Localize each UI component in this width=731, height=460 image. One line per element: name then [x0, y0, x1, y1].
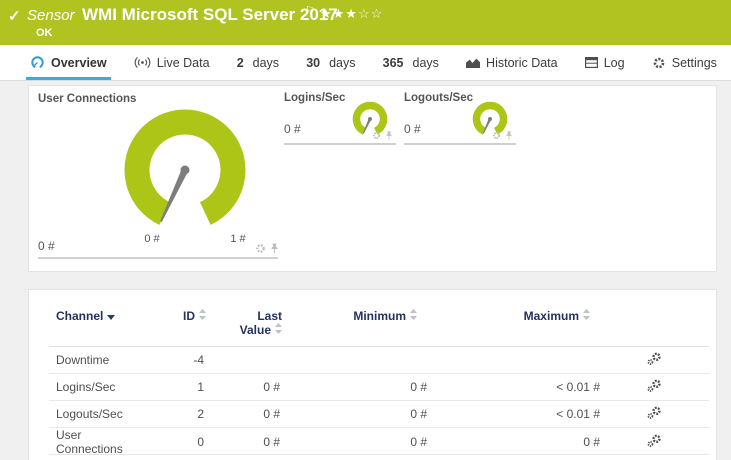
tab-overview[interactable]: Overview [26, 45, 111, 80]
logins-gauge-title: Logins/Sec [284, 92, 346, 104]
logins-gauge-actions [372, 131, 393, 140]
sort-desc-icon [107, 315, 116, 320]
gear-icon[interactable] [492, 131, 501, 140]
channel-name: Logouts/Sec [56, 407, 123, 421]
divider [284, 143, 396, 145]
tab-30-days[interactable]: 30 days [302, 45, 359, 80]
sort-icon [583, 309, 590, 320]
tab-settings[interactable]: Settings [648, 45, 721, 80]
primary-gauge-value: 0 # [38, 239, 55, 253]
page-title: WMI Microsoft SQL Server 2017 [82, 5, 338, 24]
gauge-needle [160, 168, 189, 223]
stars-empty[interactable]: ☆☆ [358, 6, 383, 21]
logouts-gauge-value: 0 # [404, 122, 421, 136]
sensor-header: ✓ Sensor WMI Microsoft SQL Server 2017 ⚐… [0, 0, 731, 45]
channel-last-value: 0 # [263, 407, 280, 421]
table-row-logins-sec: Logins/Sec 1 0 # 0 # < 0.01 # [49, 374, 709, 401]
channel-last-value: 0 # [263, 380, 280, 394]
channel-minimum: 0 # [410, 380, 427, 394]
channel-id: 1 [197, 380, 204, 394]
logouts-gauge-actions [492, 131, 513, 140]
column-header-id[interactable]: ID [153, 309, 206, 346]
divider [38, 257, 278, 259]
gear-icon[interactable] [372, 131, 381, 140]
channel-id: 0 [197, 435, 204, 449]
column-header-minimum[interactable]: Minimum [282, 309, 429, 346]
channel-maximum: < 0.01 # [556, 407, 600, 421]
channel-minimum: 0 # [410, 435, 427, 449]
channel-name: User Connections [56, 428, 123, 456]
area-chart-icon [466, 58, 481, 68]
table-row-user-connections: User Connections 0 0 # 0 # 0 # [49, 428, 709, 456]
priority-flag-icon[interactable]: ⚐ [305, 4, 315, 17]
sort-icon [199, 309, 206, 320]
tab-live-data[interactable]: Live Data [130, 45, 214, 80]
pin-icon[interactable] [270, 243, 279, 254]
gauges-panel: User Connections 0 # 1 # 0 # Logins/Sec … [28, 85, 717, 272]
status-badge: OK [36, 27, 53, 39]
channel-table-header: Channel ID Last Value Minimum Maximum [49, 290, 709, 347]
channel-maximum: < 0.01 # [556, 380, 600, 394]
sort-icon [410, 309, 417, 320]
tab-bar: Overview Live Data 2 days 30 days 365 da… [0, 45, 731, 81]
channel-settings-gears-icon[interactable] [647, 406, 662, 420]
tab-365-days[interactable]: 365 days [379, 45, 443, 80]
gauge-icon [31, 56, 44, 69]
channel-last-value: 0 # [263, 435, 280, 449]
channel-id: -4 [193, 353, 204, 367]
live-signal-icon [134, 56, 151, 69]
column-header-maximum[interactable]: Maximum [429, 309, 602, 346]
column-header-actions [602, 309, 709, 346]
channel-table-panel: Channel ID Last Value Minimum Maximum Do… [28, 289, 717, 460]
column-header-last-value[interactable]: Last Value [206, 309, 282, 346]
stars-filled[interactable]: ★★★ [320, 6, 358, 21]
channel-settings-gears-icon[interactable] [647, 352, 662, 366]
channel-name: Downtime [56, 353, 110, 367]
channel-settings-gears-icon[interactable] [647, 434, 662, 448]
channel-minimum: 0 # [410, 407, 427, 421]
channel-id: 2 [197, 407, 204, 421]
user-connections-gauge [124, 109, 246, 225]
logouts-gauge-title: Logouts/Sec [404, 92, 474, 104]
gear-icon[interactable] [255, 243, 266, 254]
tab-2-days[interactable]: 2 days [233, 45, 283, 80]
priority-stars[interactable]: ★★★☆☆ [320, 6, 383, 22]
logins-gauge-value: 0 # [284, 122, 301, 136]
table-row-downtime: Downtime -4 [49, 347, 709, 374]
sort-icon [275, 323, 282, 334]
channel-maximum: 0 # [583, 435, 600, 449]
primary-gauge-actions [255, 243, 279, 254]
tab-log[interactable]: Log [581, 45, 629, 80]
primary-gauge-scale-min: 0 # [144, 233, 160, 245]
pin-icon[interactable] [505, 131, 513, 140]
channel-settings-gears-icon[interactable] [647, 379, 662, 393]
status-ok-check-icon: ✓ [8, 8, 21, 25]
channel-name: Logins/Sec [56, 380, 116, 394]
prtg-sensor-overview-page: ✓ Sensor WMI Microsoft SQL Server 2017 ⚐… [0, 0, 731, 460]
pin-icon[interactable] [385, 131, 393, 140]
table-row-logouts-sec: Logouts/Sec 2 0 # 0 # < 0.01 # [49, 401, 709, 428]
log-list-icon [584, 57, 598, 68]
gear-icon [653, 57, 665, 68]
divider [404, 143, 516, 145]
tab-historic-data[interactable]: Historic Data [462, 45, 562, 80]
object-kind-label: Sensor [27, 7, 75, 24]
column-header-channel[interactable]: Channel [49, 309, 153, 346]
